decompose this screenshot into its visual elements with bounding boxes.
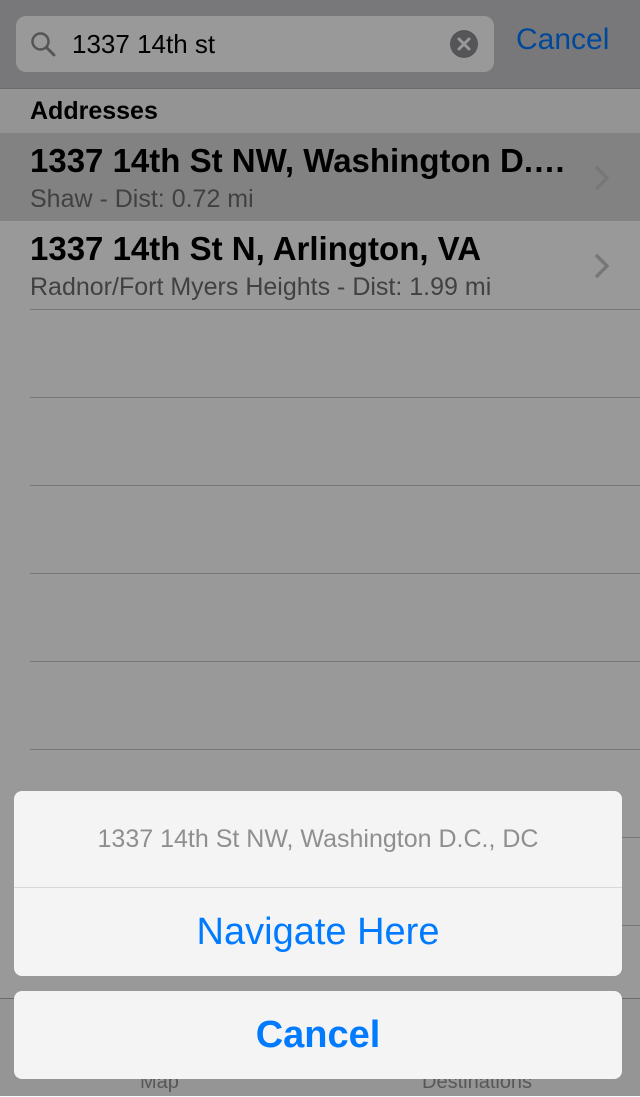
action-sheet: 1337 14th St NW, Washington D.C., DC Nav… [14, 791, 622, 976]
action-sheet-cancel-button[interactable]: Cancel [14, 991, 622, 1079]
navigate-here-button[interactable]: Navigate Here [14, 888, 622, 976]
action-sheet-title: 1337 14th St NW, Washington D.C., DC [97, 825, 539, 853]
